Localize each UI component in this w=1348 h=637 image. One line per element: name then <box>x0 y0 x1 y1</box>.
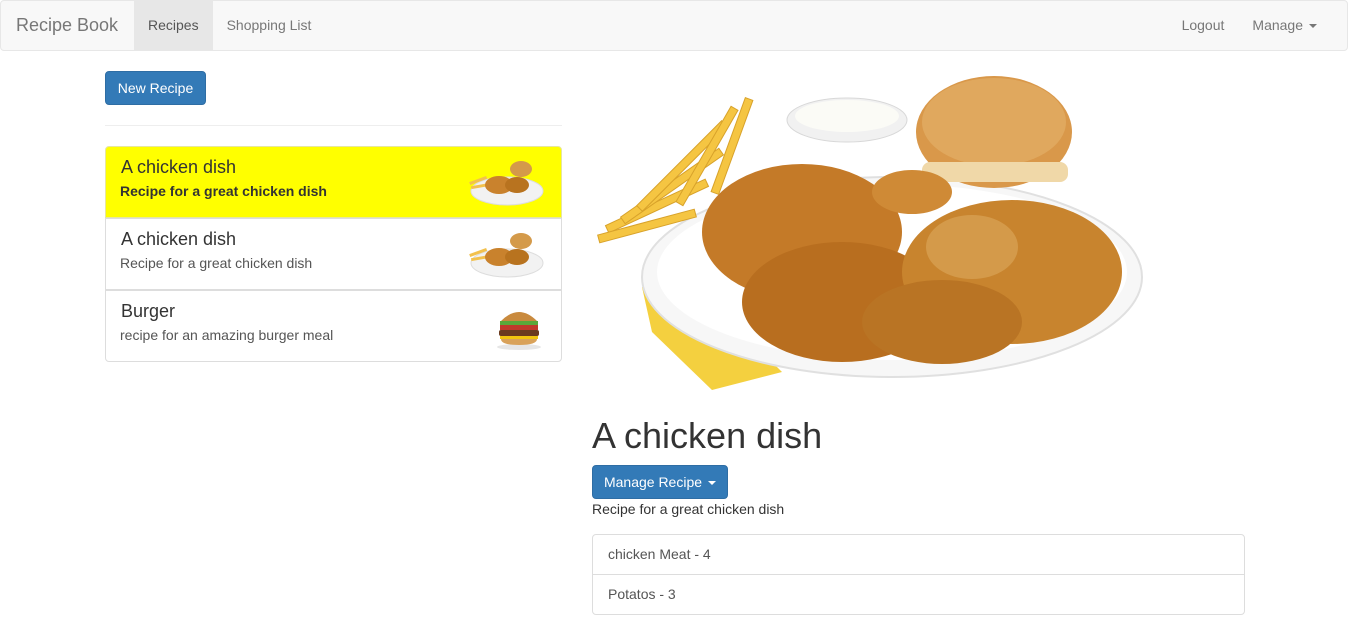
divider <box>105 125 562 126</box>
chicken-thumbnail-image <box>469 233 544 278</box>
chicken-thumbnail-image <box>469 161 544 206</box>
recipe-list-item[interactable]: Burger recipe for an amazing burger meal <box>105 290 562 362</box>
nav-right: Logout Manage <box>1168 1 1331 50</box>
recipe-description: recipe for an amazing burger meal <box>120 327 334 343</box>
recipe-list-item[interactable]: A chicken dish Recipe for a great chicke… <box>105 146 562 218</box>
new-recipe-button[interactable]: New Recipe <box>105 71 206 105</box>
recipe-name: A chicken dish <box>121 157 237 177</box>
burger-thumbnail-image <box>497 312 541 350</box>
recipe-name: A chicken dish <box>121 229 237 249</box>
caret-down-icon <box>1309 24 1317 29</box>
recipe-title: A chicken dish <box>592 415 823 456</box>
nav-shopping-list[interactable]: Shopping List <box>213 1 326 50</box>
caret-down-icon <box>708 481 717 486</box>
logout-link[interactable]: Logout <box>1168 1 1239 50</box>
ingredient-item[interactable]: chicken Meat - 4 <box>592 534 1245 575</box>
nav-links: Recipes Shopping List <box>134 1 325 50</box>
recipe-name: Burger <box>121 301 176 321</box>
nav-recipes[interactable]: Recipes <box>134 1 213 50</box>
recipe-hero-image <box>597 76 1143 390</box>
recipe-description: Recipe for a great chicken dish <box>592 501 785 517</box>
navbar: Recipe Book Recipes Shopping List Logout… <box>0 0 1348 51</box>
brand-link[interactable]: Recipe Book <box>16 1 118 50</box>
ingredient-item[interactable]: Potatos - 3 <box>592 574 1245 615</box>
manage-label: Manage <box>1252 17 1303 33</box>
manage-recipe-label: Manage Recipe <box>603 474 703 490</box>
recipe-list-item[interactable]: A chicken dish Recipe for a great chicke… <box>105 218 562 290</box>
recipe-description: Recipe for a great chicken dish <box>120 255 313 271</box>
manage-dropdown[interactable]: Manage <box>1238 1 1331 50</box>
recipe-description: Recipe for a great chicken dish <box>120 183 327 199</box>
ingredient-list: chicken Meat - 4 Potatos - 3 <box>592 534 1245 615</box>
manage-recipe-button[interactable]: Manage Recipe <box>592 465 728 499</box>
